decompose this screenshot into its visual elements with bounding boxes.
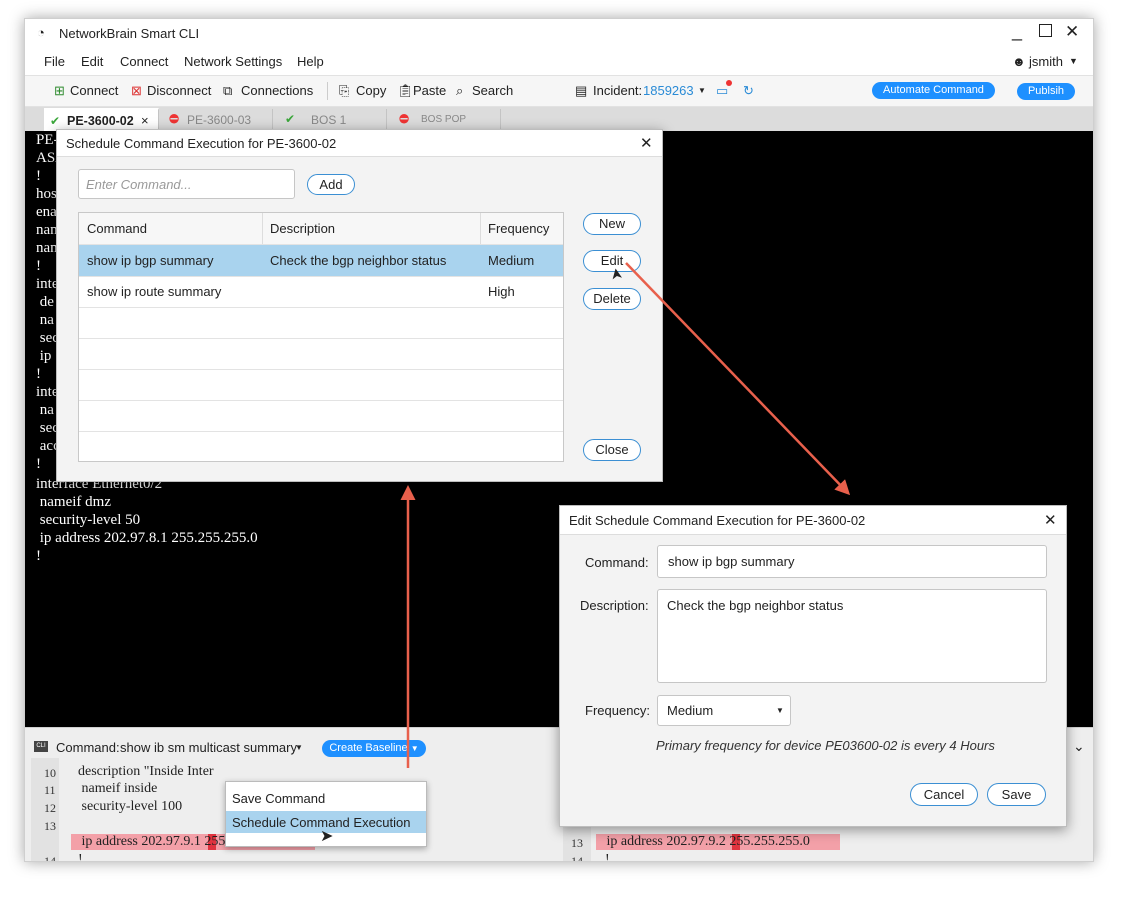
annotation-arrow-diagonal	[625, 262, 851, 496]
annotation-arrows	[400, 262, 851, 768]
